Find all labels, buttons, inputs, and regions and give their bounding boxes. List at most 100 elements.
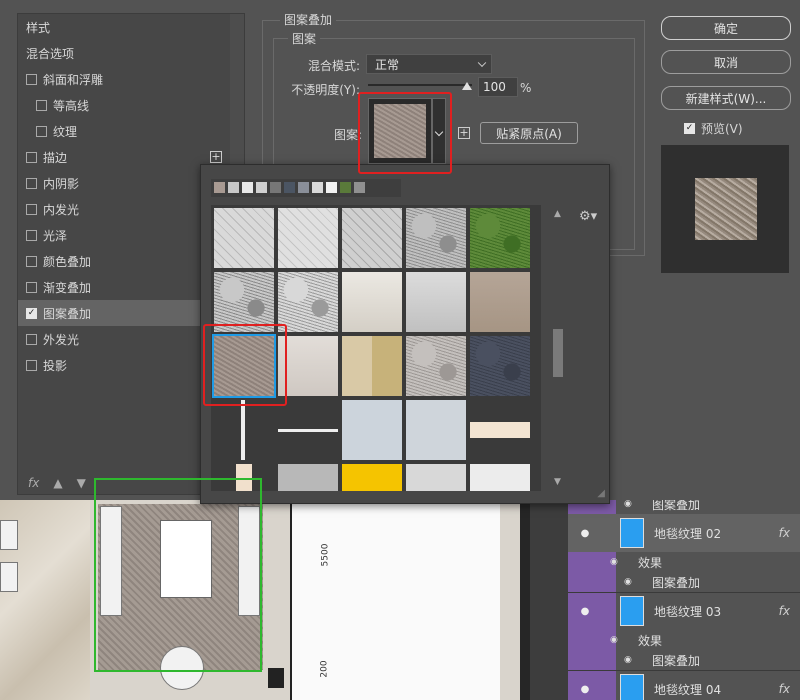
recent-pattern-swatch[interactable] (228, 182, 239, 193)
style-item[interactable]: 样式 (18, 14, 230, 40)
pattern-tile-silver[interactable] (406, 464, 466, 491)
pattern-tile-herringbone-marble[interactable] (342, 208, 402, 268)
recent-pattern-swatch[interactable] (242, 182, 253, 193)
style-checkbox[interactable]: ✓ (26, 307, 37, 319)
add-stroke-plus-icon[interactable]: + (210, 151, 222, 163)
style-item[interactable]: 光泽 (18, 222, 230, 248)
new-preset-plus-icon[interactable]: + (458, 127, 470, 139)
pattern-tile-beige-marble[interactable] (342, 272, 402, 332)
style-checkbox[interactable] (26, 229, 37, 241)
pattern-tile-white-stone[interactable] (406, 272, 466, 332)
style-item[interactable]: 混合选项 (18, 40, 230, 66)
style-checkbox[interactable] (26, 73, 37, 85)
style-checkbox[interactable] (26, 281, 37, 293)
style-checkbox[interactable] (26, 177, 37, 189)
pattern-tile-dark-line-h[interactable] (278, 400, 338, 460)
style-checkbox[interactable] (26, 255, 37, 267)
pattern-tile-mid-gray[interactable] (278, 464, 338, 491)
layer-effect-row[interactable]: ◉ 图案叠加 (568, 572, 800, 592)
effect-eye-icon[interactable]: ◉ (624, 655, 632, 665)
arrow-down-icon[interactable]: ▼ (77, 476, 86, 490)
arrow-up-icon[interactable]: ▲ (53, 476, 62, 490)
style-item[interactable]: 外发光 (18, 326, 230, 352)
layer-fx-badge[interactable]: fx (779, 682, 790, 696)
gear-icon[interactable]: ⚙▾ (579, 209, 597, 224)
pattern-tile-navy-fabric[interactable] (470, 336, 530, 396)
effect-eye-icon[interactable]: ◉ (624, 577, 632, 587)
effects-eye-icon[interactable]: ◉ (610, 557, 618, 567)
pattern-tile-cream-tile[interactable] (470, 400, 530, 460)
layer-row[interactable]: ● 地毯纹理 03 fx (568, 592, 800, 630)
eye-icon[interactable]: ● (578, 528, 592, 539)
pattern-tile-light-blue-gray[interactable] (406, 400, 466, 460)
recent-pattern-swatch[interactable] (270, 182, 281, 193)
eye-icon[interactable]: ● (578, 684, 592, 695)
style-item[interactable]: 等高线 (18, 92, 230, 118)
pattern-tile-herringbone-white[interactable] (214, 208, 274, 268)
pattern-tile-off-white[interactable] (470, 464, 530, 491)
opacity-input[interactable]: 100 (478, 77, 518, 97)
opacity-slider-track[interactable] (368, 84, 472, 86)
layer-effect-row[interactable]: ◉ 效果 (568, 552, 800, 572)
layer-thumbnail (620, 518, 644, 548)
pattern-grid-scrollbar[interactable]: ▲ ▼ (553, 209, 563, 487)
style-item[interactable]: ✓ 图案叠加 (18, 300, 230, 326)
pattern-tile-yellow[interactable] (342, 464, 402, 491)
pattern-tile-light-wood[interactable] (278, 336, 338, 396)
recent-pattern-swatch[interactable] (354, 182, 365, 193)
preview-toggle[interactable]: ✓ 预览(V) (684, 120, 743, 137)
layer-fx-badge[interactable]: fx (779, 526, 790, 540)
layer-effect-row[interactable]: ◉ 图案叠加 (568, 650, 800, 670)
pattern-tile-gray-granite[interactable] (406, 208, 466, 268)
recent-pattern-swatch[interactable] (256, 182, 267, 193)
opacity-slider-thumb[interactable] (462, 82, 472, 90)
style-item[interactable]: 颜色叠加 (18, 248, 230, 274)
fx-menu-button[interactable]: fx (28, 476, 39, 490)
style-checkbox[interactable] (26, 203, 37, 215)
scrollbar-thumb[interactable] (553, 329, 563, 377)
layer-effect-row[interactable]: ◉ 效果 (568, 630, 800, 650)
scroll-up-icon[interactable]: ▲ (554, 209, 561, 219)
recent-pattern-swatch[interactable] (340, 182, 351, 193)
layer-row[interactable]: ● 地毯纹理 02 fx (568, 514, 800, 552)
recent-pattern-swatch[interactable] (326, 182, 337, 193)
ok-button[interactable]: 确定 (661, 16, 791, 40)
recent-pattern-swatch[interactable] (284, 182, 295, 193)
pattern-tile-pale-blue-gray[interactable] (342, 400, 402, 460)
style-item[interactable]: 纹理 (18, 118, 230, 144)
pattern-tile-green-grass[interactable] (470, 208, 530, 268)
layer-fx-badge[interactable]: fx (779, 604, 790, 618)
blend-mode-select[interactable]: 正常 (366, 54, 492, 74)
new-style-button[interactable]: 新建样式(W)... (661, 86, 791, 110)
style-checkbox[interactable] (26, 359, 37, 371)
recent-pattern-swatch[interactable] (214, 182, 225, 193)
style-checkbox[interactable] (26, 333, 37, 345)
effects-eye-icon[interactable]: ◉ (610, 635, 618, 645)
pattern-tile-tan-fabric[interactable] (470, 272, 530, 332)
eye-icon[interactable]: ● (578, 606, 592, 617)
resize-grip-icon[interactable]: ◢ (597, 488, 605, 499)
pattern-tile-herringbone-light[interactable] (278, 208, 338, 268)
style-item[interactable]: 描边 + (18, 144, 230, 170)
scroll-down-icon[interactable]: ▼ (554, 477, 561, 487)
style-item[interactable]: 内发光 (18, 196, 230, 222)
pattern-tile-terrazzo-gray[interactable] (214, 272, 274, 332)
recent-pattern-swatch[interactable] (312, 182, 323, 193)
style-checkbox[interactable] (36, 99, 47, 111)
preview-checkbox[interactable]: ✓ (684, 123, 695, 134)
pattern-tile-dark-line-v[interactable] (214, 400, 274, 460)
style-item[interactable]: 渐变叠加 (18, 274, 230, 300)
style-item[interactable]: 投影 (18, 352, 230, 378)
layer-row[interactable]: ● 地毯纹理 04 fx (568, 670, 800, 700)
style-checkbox[interactable] (26, 151, 37, 163)
pattern-tile-gray-concrete[interactable] (406, 336, 466, 396)
pattern-tile-terrazzo-light[interactable] (278, 272, 338, 332)
effect-eye-icon[interactable]: ◉ (624, 499, 632, 509)
style-item[interactable]: 内阴影 (18, 170, 230, 196)
cancel-button[interactable]: 取消 (661, 50, 791, 74)
style-checkbox[interactable] (36, 125, 47, 137)
recent-pattern-swatch[interactable] (298, 182, 309, 193)
pattern-tile-geometric-yellow[interactable] (342, 336, 402, 396)
snap-to-origin-button[interactable]: 贴紧原点(A) (480, 122, 578, 144)
style-item[interactable]: 斜面和浮雕 (18, 66, 230, 92)
